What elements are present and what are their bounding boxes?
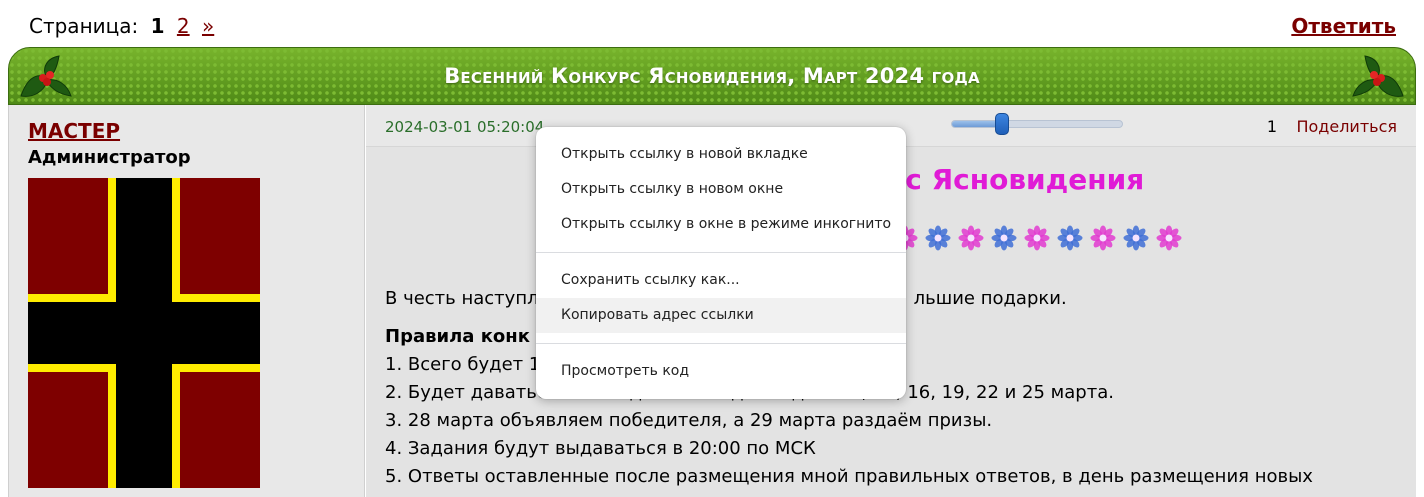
reply-link[interactable]: Ответить (1291, 12, 1396, 40)
share-link[interactable]: Поделиться (1296, 117, 1397, 136)
rule-3: 3. 28 марта объявляем победителя, а 29 м… (385, 410, 993, 431)
rule-5: 5. Ответы оставленные после размещения м… (385, 466, 1313, 487)
menu-open-new-window[interactable]: Открыть ссылку в новом окне (536, 172, 906, 207)
pager-current-page: 1 (150, 14, 165, 38)
intro-text-right: льшие подарки. (913, 288, 1067, 309)
rating-slider-thumb[interactable] (995, 113, 1009, 135)
flower-icon (1057, 225, 1083, 251)
flower-divider (892, 225, 1182, 251)
flower-icon (1123, 225, 1149, 251)
menu-copy-link-address[interactable]: Копировать адрес ссылки (536, 298, 906, 333)
flower-icon (1156, 225, 1182, 251)
author-name-link[interactable]: МАСТЕР (28, 119, 120, 143)
flower-icon (958, 225, 984, 251)
pager-label: Страница: (29, 14, 139, 38)
holly-right-icon (1352, 55, 1404, 97)
menu-inspect[interactable]: Просмотреть код (536, 354, 906, 389)
author-column: МАСТЕР Администратор (8, 105, 365, 497)
menu-separator (536, 343, 906, 344)
menu-open-new-tab[interactable]: Открыть ссылку в новой вкладке (536, 137, 906, 172)
context-menu: Открыть ссылку в новой вкладке Открыть с… (536, 127, 906, 399)
flower-icon (925, 225, 951, 251)
menu-save-link-as[interactable]: Сохранить ссылку как... (536, 263, 906, 298)
pager: Страница: 1 2 » (29, 12, 214, 40)
intro-text-left: В честь наступл (385, 288, 539, 309)
rating-slider-track[interactable] (951, 120, 1123, 128)
post-heading: ос Ясновидения (886, 163, 1145, 196)
rule-4: 4. Задания будут выдаваться в 20:00 по М… (385, 438, 816, 459)
topic-title: Весенний Конкурс Ясновидения, Март 2024 … (444, 64, 980, 88)
pager-next-arrow-link[interactable]: » (202, 14, 214, 38)
flower-icon (991, 225, 1017, 251)
flower-icon (1090, 225, 1116, 251)
post-number: 1 (1266, 117, 1277, 136)
topic-title-bar: Весенний Конкурс Ясновидения, Март 2024 … (8, 47, 1416, 105)
post-date: 2024-03-01 05:20:04 (385, 118, 545, 136)
menu-separator (536, 252, 906, 253)
avatar (28, 178, 260, 488)
pager-page-2-link[interactable]: 2 (177, 14, 190, 38)
menu-open-incognito[interactable]: Открыть ссылку в окне в режиме инкогнито (536, 207, 906, 242)
flower-icon (1024, 225, 1050, 251)
author-role: Администратор (28, 147, 191, 168)
